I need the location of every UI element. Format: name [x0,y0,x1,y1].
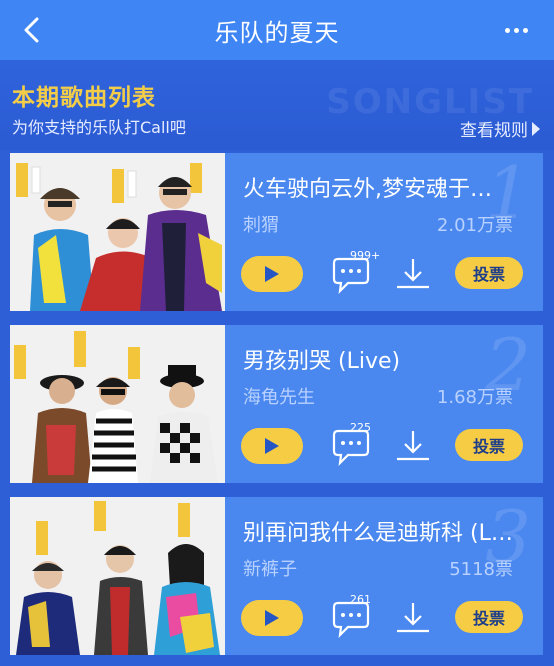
download-icon[interactable] [393,256,433,292]
vote-button[interactable]: 投票 [455,601,523,633]
section-subtitle: 为你支持的乐队打Call吧 [12,118,186,137]
artist-name[interactable]: 刺猬 [243,211,279,237]
back-arrow-icon [24,17,39,43]
play-button[interactable] [241,256,303,292]
more-dot [513,27,519,33]
play-icon [265,438,279,454]
vote-count: 1.68万票 [436,387,513,408]
vote-button[interactable]: 投票 [455,429,523,461]
more-dot [522,27,528,33]
play-button[interactable] [241,428,303,464]
band-photo [10,325,225,483]
more-options-button[interactable] [496,14,536,46]
chevron-right-icon [532,121,540,136]
songlist-section-header: SONGLIST 本期歌曲列表 为你支持的乐队打Call吧 查看规则 [0,60,554,150]
comment-count: 261 [350,593,371,606]
band-photo [10,153,225,311]
play-button[interactable] [241,600,303,636]
back-button[interactable] [14,12,50,48]
comment-count: 225 [350,421,371,434]
vote-button[interactable]: 投票 [455,257,523,289]
view-rules-label: 查看规则 [460,121,528,141]
play-icon [265,610,279,626]
artist-name[interactable]: 新裤子 [243,555,297,581]
play-icon [265,266,279,282]
song-title[interactable]: 别再问我什么是迪斯科 (L… [243,515,528,547]
song-card[interactable]: 2 男孩别哭 (Live) 海龟先生 1.68万票 225 投票 [10,325,543,483]
section-title: 本期歌曲列表 [12,85,156,111]
more-dots-icon [504,27,510,33]
view-rules-link[interactable]: 查看规则 [460,116,540,141]
top-bar: 乐队的夏天 [0,0,554,60]
band-photo [10,497,225,655]
download-icon[interactable] [393,428,433,464]
song-title[interactable]: 火车驶向云外,梦安魂于… [243,171,528,203]
vote-count: 2.01万票 [436,215,513,236]
page-title: 乐队的夏天 [214,18,340,47]
download-icon[interactable] [393,600,433,636]
song-card[interactable]: 3 别再问我什么是迪斯科 (L… 新裤子 5118票 261 投票 [10,497,543,655]
comment-count: 999+ [350,249,381,262]
artist-name[interactable]: 海龟先生 [243,383,315,409]
vote-count: 5118票 [449,559,513,580]
song-card[interactable]: 1 火车驶向云外,梦安魂于… 刺猬 2.01万票 999+ 投票 [10,153,543,311]
song-title[interactable]: 男孩别哭 (Live) [243,343,528,375]
